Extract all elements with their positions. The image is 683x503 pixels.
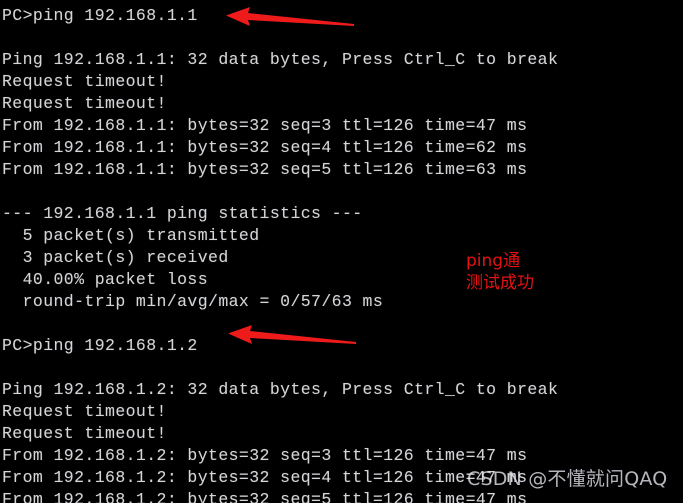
terminal-line: Ping 192.168.1.1: 32 data bytes, Press C… [2,50,559,69]
terminal-line: 5 packet(s) transmitted [2,226,260,245]
terminal-line: 40.00% packet loss [2,270,209,289]
terminal-line: Ping 192.168.1.2: 32 data bytes, Press C… [2,380,559,399]
terminal-line: PC>ping 192.168.1.2 [2,336,198,355]
terminal-line: From 192.168.1.2: bytes=32 seq=5 ttl=126… [2,490,528,503]
terminal-line: From 192.168.1.1: bytes=32 seq=5 ttl=126… [2,160,528,179]
terminal-line: Request timeout! [2,94,167,113]
terminal-line: 3 packet(s) received [2,248,229,267]
terminal-line: round-trip min/avg/max = 0/57/63 ms [2,292,384,311]
terminal-line: From 192.168.1.1: bytes=32 seq=3 ttl=126… [2,116,528,135]
annotation-ping-success-label: ping通 [466,251,521,271]
terminal-line: From 192.168.1.1: bytes=32 seq=4 ttl=126… [2,138,528,157]
terminal-line: PC>ping 192.168.1.1 [2,6,198,25]
csdn-watermark: CSDN @不懂就问QAQ [467,468,668,490]
terminal-output[interactable]: PC>ping 192.168.1.1 Ping 192.168.1.1: 32… [0,0,683,503]
terminal-line: --- 192.168.1.1 ping statistics --- [2,204,363,223]
annotation-test-success-label: 测试成功 [466,273,534,293]
terminal-line: Request timeout! [2,72,167,91]
terminal-line: Request timeout! [2,424,167,443]
terminal-line: From 192.168.1.2: bytes=32 seq=3 ttl=126… [2,446,528,465]
terminal-line: Request timeout! [2,402,167,421]
terminal-screenshot: PC>ping 192.168.1.1 Ping 192.168.1.1: 32… [0,0,683,503]
